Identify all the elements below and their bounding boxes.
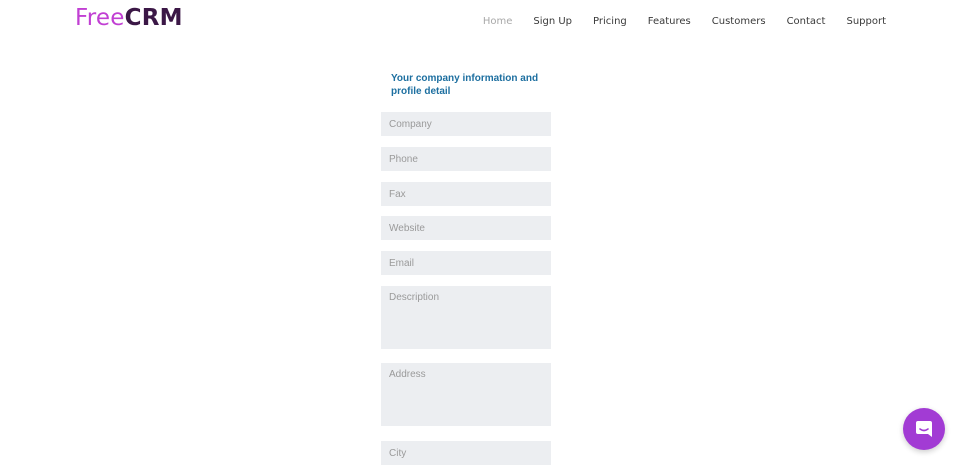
chat-launcher-button[interactable] (903, 408, 945, 450)
phone-field[interactable] (381, 147, 551, 171)
nav-support[interactable]: Support (846, 16, 886, 27)
address-field[interactable] (381, 363, 551, 426)
nav-features[interactable]: Features (648, 16, 691, 27)
chat-icon (916, 421, 932, 437)
logo-text-crm: CRM (124, 5, 183, 31)
nav-home[interactable]: Home (483, 16, 513, 27)
nav-contact[interactable]: Contact (787, 16, 826, 27)
city-field[interactable] (381, 441, 551, 465)
nav-customers[interactable]: Customers (712, 16, 766, 27)
form-heading: Your company information and profile det… (391, 73, 539, 97)
description-field[interactable] (381, 286, 551, 349)
logo-text-free: Free (75, 5, 125, 31)
fax-field[interactable] (381, 182, 551, 206)
page: FreeCRM Home Sign Up Pricing Features Cu… (0, 0, 960, 465)
email-field[interactable] (381, 251, 551, 275)
nav-sign-up[interactable]: Sign Up (533, 16, 572, 27)
top-nav: Home Sign Up Pricing Features Customers … (462, 16, 886, 27)
nav-pricing[interactable]: Pricing (593, 16, 627, 27)
website-field[interactable] (381, 216, 551, 240)
freecrm-logo[interactable]: FreeCRM (75, 4, 183, 32)
company-field[interactable] (381, 112, 551, 136)
